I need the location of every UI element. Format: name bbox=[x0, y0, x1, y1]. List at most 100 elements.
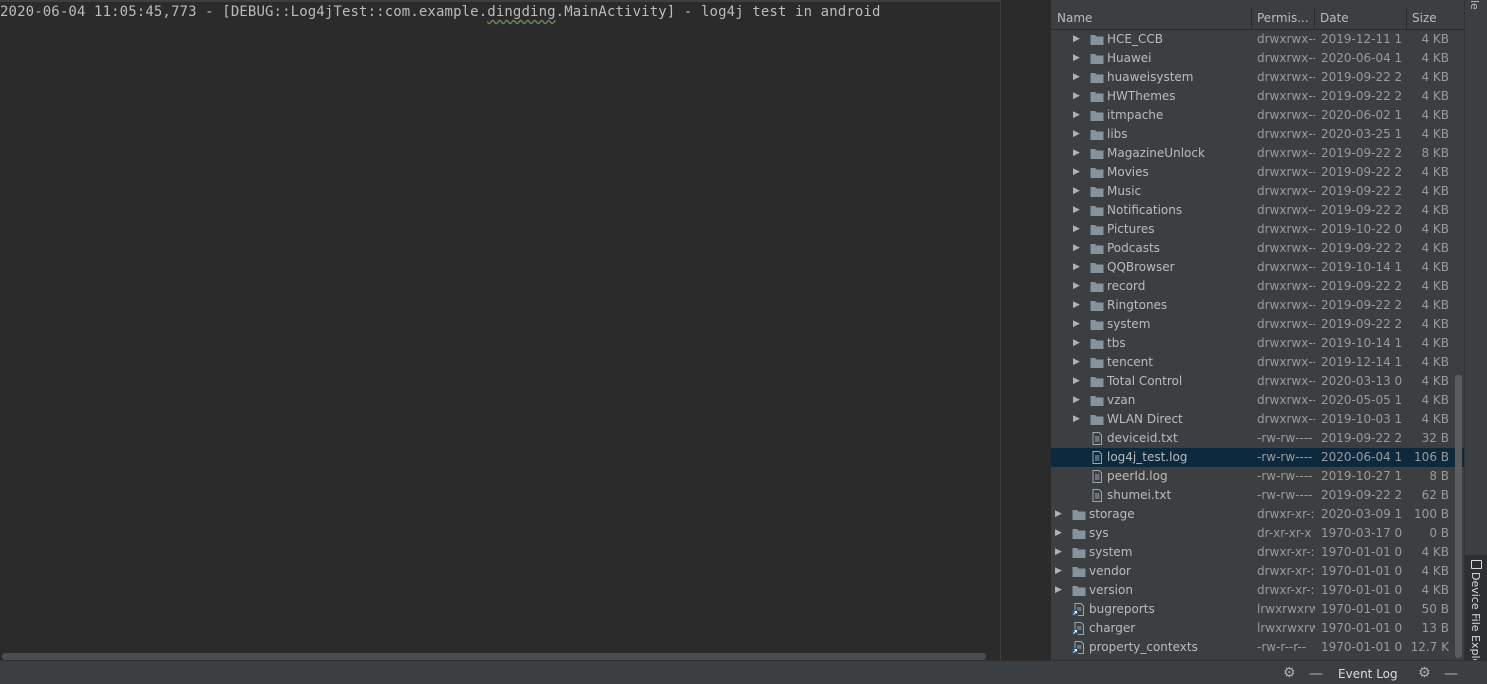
table-row[interactable]: ▶ Notifications drwxrwx-- 2019-09-22 20: 4 K… bbox=[1051, 201, 1464, 220]
expand-arrow-icon[interactable]: ▶ bbox=[1073, 125, 1083, 144]
expand-arrow-icon[interactable]: ▶ bbox=[1073, 277, 1083, 296]
table-row[interactable]: ▶ vendor drwxr-xr-: 1970-01-01 08: 4 KB bbox=[1051, 562, 1464, 581]
table-row[interactable]: ▶ Huawei drwxrwx-- 2020-06-04 10: 4 KB bbox=[1051, 49, 1464, 68]
table-row[interactable]: ▶ Ringtones drwxrwx-- 2019-09-22 20: 4 KB bbox=[1051, 296, 1464, 315]
file-tree: ▶ HCE_CCB drwxrwx-- 2019-12-11 15: 4 KB ▶ Huaw… bbox=[1051, 30, 1464, 660]
expand-arrow-icon[interactable]: ▶ bbox=[1073, 201, 1083, 220]
table-row[interactable]: ▶ Music drwxrwx-- 2019-09-22 20: 4 KB bbox=[1051, 182, 1464, 201]
table-row[interactable]: ▶ WLAN Direct drwxrwx-- 2019-10-03 14: 4 KB bbox=[1051, 410, 1464, 429]
file-permissions: drwxrwx-- bbox=[1257, 412, 1315, 426]
expand-arrow-icon[interactable]: ▶ bbox=[1073, 315, 1083, 334]
file-icon bbox=[1090, 470, 1104, 483]
expand-arrow-icon[interactable]: ▶ bbox=[1073, 182, 1083, 201]
table-row[interactable]: deviceid.txt -rw-rw---- 2019-09-22 23: 32 B bbox=[1051, 429, 1464, 448]
folder-icon bbox=[1072, 508, 1086, 521]
expand-arrow-icon[interactable]: ▶ bbox=[1073, 410, 1083, 429]
column-header-date[interactable]: Date bbox=[1314, 7, 1406, 29]
expand-arrow-icon[interactable]: ▶ bbox=[1055, 543, 1065, 562]
expand-arrow-icon[interactable]: ▶ bbox=[1055, 581, 1065, 600]
expand-arrow-icon[interactable]: ▶ bbox=[1073, 220, 1083, 239]
table-row[interactable]: ▶ tbs drwxrwx-- 2019-10-14 18: 4 KB bbox=[1051, 334, 1464, 353]
file-name: storage bbox=[1089, 507, 1135, 521]
table-row[interactable]: ▶ sys dr-xr-xr-x 1970-03-17 03: 0 B bbox=[1051, 524, 1464, 543]
table-row[interactable]: ▶ HCE_CCB drwxrwx-- 2019-12-11 15: 4 KB bbox=[1051, 30, 1464, 49]
horizontal-scrollbar-thumb[interactable] bbox=[2, 653, 986, 660]
table-row[interactable]: ▶ system drwxr-xr-: 1970-01-01 08: 4 KB bbox=[1051, 543, 1464, 562]
column-header-name[interactable]: Name bbox=[1051, 7, 1251, 29]
gear-icon[interactable]: ⚙ bbox=[1283, 666, 1296, 680]
file-size: 4 KB bbox=[1421, 545, 1449, 559]
file-date: 2019-09-22 20: bbox=[1321, 279, 1403, 293]
expand-arrow-icon[interactable]: ▶ bbox=[1073, 49, 1083, 68]
column-header-size[interactable]: Size bbox=[1406, 7, 1456, 29]
table-row[interactable]: bugreports lrwxrwxrw 1970-01-01 08: 50 B bbox=[1051, 600, 1464, 619]
expand-arrow-icon[interactable]: ▶ bbox=[1055, 524, 1065, 543]
tool-window-tab[interactable]: le bbox=[1468, 0, 1481, 14]
table-row[interactable]: ▶ itmpache drwxrwx-- 2020-06-02 11: 4 KB bbox=[1051, 106, 1464, 125]
table-row[interactable]: ▶ Total Control drwxrwx-- 2020-03-13 09: 4 K… bbox=[1051, 372, 1464, 391]
table-row[interactable]: ▶ Pictures drwxrwx-- 2019-10-22 09: 4 KB bbox=[1051, 220, 1464, 239]
minimize-icon[interactable]: — bbox=[1444, 667, 1458, 681]
file-date: 2019-10-14 18: bbox=[1321, 260, 1403, 274]
file-date: 2019-09-22 23: bbox=[1321, 89, 1403, 103]
file-permissions: -rw-rw---- bbox=[1257, 450, 1313, 464]
file-permissions: drwxrwx-- bbox=[1257, 393, 1315, 407]
expand-arrow-icon[interactable]: ▶ bbox=[1073, 391, 1083, 410]
expand-arrow-icon[interactable]: ▶ bbox=[1073, 87, 1083, 106]
gear-icon[interactable]: ⚙ bbox=[1418, 666, 1431, 680]
event-log-button[interactable]: Event Log bbox=[1338, 664, 1398, 684]
expand-arrow-icon[interactable]: ▶ bbox=[1055, 562, 1065, 581]
expand-arrow-icon[interactable]: ▶ bbox=[1073, 296, 1083, 315]
expand-arrow-icon[interactable]: ▶ bbox=[1073, 239, 1083, 258]
expand-arrow-icon[interactable]: ▶ bbox=[1073, 372, 1083, 391]
minimize-icon[interactable]: — bbox=[1309, 667, 1323, 681]
file-name: WLAN Direct bbox=[1107, 412, 1183, 426]
table-row[interactable]: ▶ libs drwxrwx-- 2020-03-25 17: 4 KB bbox=[1051, 125, 1464, 144]
expand-arrow-icon[interactable]: ▶ bbox=[1055, 505, 1065, 524]
file-size: 4 KB bbox=[1421, 393, 1449, 407]
expand-arrow-icon[interactable]: ▶ bbox=[1073, 334, 1083, 353]
column-header-permissions[interactable]: Permis... bbox=[1251, 7, 1315, 29]
table-row[interactable]: charger lrwxrwxrw 1970-01-01 08: 13 B bbox=[1051, 619, 1464, 638]
file-date: 2019-10-03 14: bbox=[1321, 412, 1403, 426]
file-permissions: drwxrwx-- bbox=[1257, 70, 1315, 84]
expand-arrow-icon[interactable]: ▶ bbox=[1073, 353, 1083, 372]
table-row[interactable]: ▶ version drwxr-xr-: 1970-01-01 08: 4 KB bbox=[1051, 581, 1464, 600]
table-row[interactable]: ▶ QQBrowser drwxrwx-- 2019-10-14 18: 4 KB bbox=[1051, 258, 1464, 277]
table-row[interactable]: ▶ MagazineUnlock drwxrwx-- 2019-09-22 20: 8 … bbox=[1051, 144, 1464, 163]
table-row[interactable]: ▶ huaweisystem drwxrwx-- 2019-09-22 23: 4 KB bbox=[1051, 68, 1464, 87]
file-size: 4 KB bbox=[1421, 184, 1449, 198]
folder-icon bbox=[1090, 90, 1104, 103]
table-row[interactable]: shumei.txt -rw-rw---- 2019-09-22 23: 62 B bbox=[1051, 486, 1464, 505]
vertical-scrollbar-thumb[interactable] bbox=[1455, 375, 1462, 658]
log-editor[interactable]: 2020-06-04 11:05:45,773 - [DEBUG::Log4jT… bbox=[0, 0, 1000, 660]
table-row[interactable]: peerId.log -rw-rw---- 2019-10-27 14: 8 B bbox=[1051, 467, 1464, 486]
expand-arrow-icon[interactable]: ▶ bbox=[1073, 163, 1083, 182]
file-name: Total Control bbox=[1107, 374, 1183, 388]
table-row[interactable]: ▶ system drwxrwx-- 2019-09-22 23: 4 KB bbox=[1051, 315, 1464, 334]
table-row[interactable]: property_contexts -rw-r--r-- 1970-01-01 08… bbox=[1051, 638, 1464, 657]
file-permissions: drwxr-xr-: bbox=[1257, 564, 1315, 578]
table-row[interactable]: ▶ storage drwxr-xr-: 2020-03-09 16: 100 B bbox=[1051, 505, 1464, 524]
expand-arrow-icon[interactable]: ▶ bbox=[1073, 144, 1083, 163]
file-date: 1970-03-17 03: bbox=[1321, 526, 1403, 540]
table-row[interactable]: ▶ tencent drwxrwx-- 2019-12-14 18: 4 KB bbox=[1051, 353, 1464, 372]
expand-arrow-icon[interactable]: ▶ bbox=[1073, 68, 1083, 87]
expand-arrow-icon[interactable]: ▶ bbox=[1073, 106, 1083, 125]
file-size: 12.7 K bbox=[1410, 640, 1449, 654]
expand-arrow-icon[interactable]: ▶ bbox=[1073, 258, 1083, 277]
file-permissions: drwxrwx-- bbox=[1257, 260, 1315, 274]
table-row[interactable]: log4j_test.log -rw-rw---- 2020-06-04 11: 10… bbox=[1051, 448, 1464, 467]
table-row[interactable]: ▶ Podcasts drwxrwx-- 2019-09-22 20: 4 KB bbox=[1051, 239, 1464, 258]
table-row[interactable]: ▶ record drwxrwx-- 2019-09-22 20: 4 KB bbox=[1051, 277, 1464, 296]
device-icon bbox=[1471, 560, 1482, 569]
file-permissions: drwxrwx-- bbox=[1257, 146, 1315, 160]
status-bar bbox=[0, 660, 1487, 684]
table-row[interactable]: ▶ Movies drwxrwx-- 2019-09-22 23: 4 KB bbox=[1051, 163, 1464, 182]
table-row[interactable]: ▶ vzan drwxrwx-- 2020-05-05 16: 4 KB bbox=[1051, 391, 1464, 410]
file-date: 2020-03-13 09: bbox=[1321, 374, 1403, 388]
table-row[interactable]: ▶ HWThemes drwxrwx-- 2019-09-22 23: 4 KB bbox=[1051, 87, 1464, 106]
expand-arrow-icon[interactable]: ▶ bbox=[1073, 30, 1083, 49]
file-date: 2019-09-22 23: bbox=[1321, 165, 1403, 179]
file-date: 1970-01-01 08: bbox=[1321, 640, 1403, 654]
